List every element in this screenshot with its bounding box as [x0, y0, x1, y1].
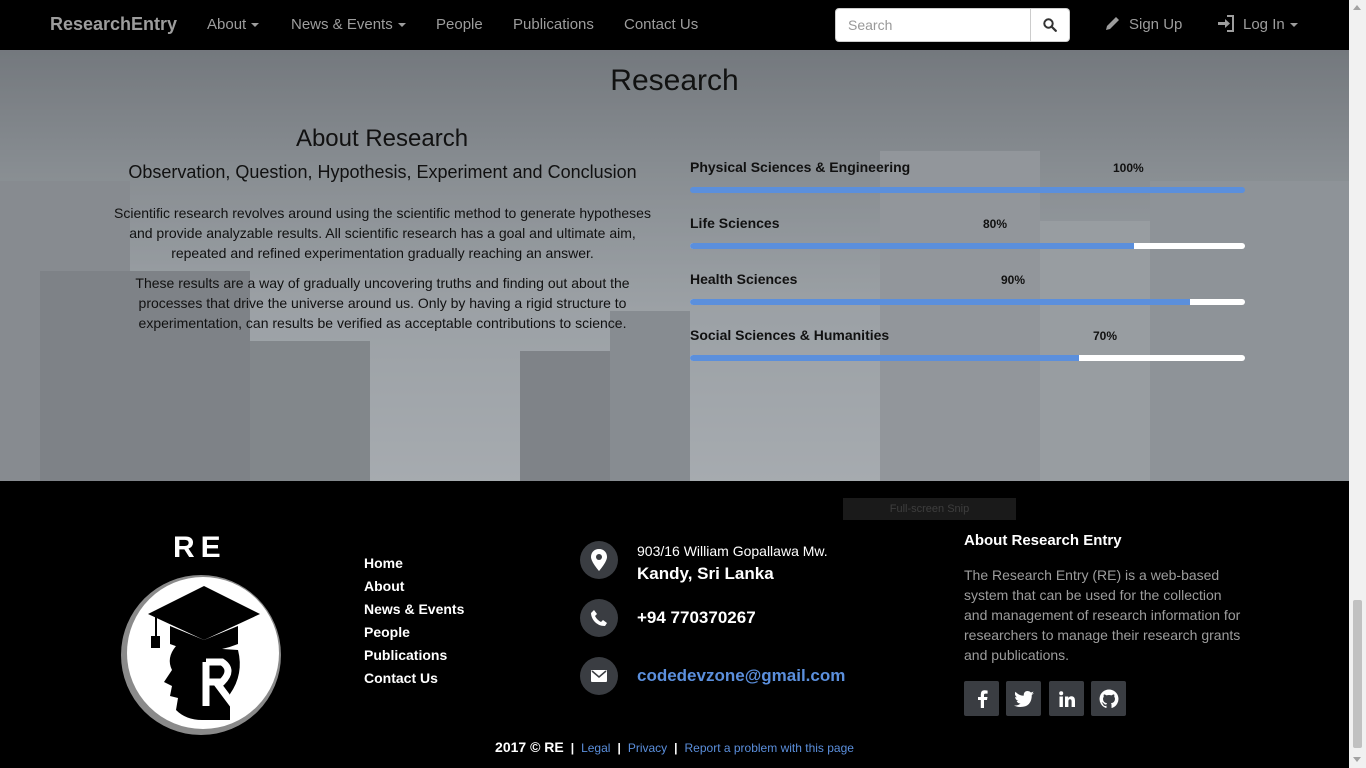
- address-line1: 903/16 William Gopallawa Mw.: [637, 543, 828, 559]
- progress-bar: [690, 243, 1245, 249]
- about-re-heading: About Research Entry: [964, 532, 1122, 549]
- progress-bar: [690, 355, 1245, 361]
- search-button[interactable]: [1031, 8, 1070, 42]
- login-icon: [1218, 15, 1234, 32]
- scroll-thumb[interactable]: [1353, 600, 1362, 748]
- signup-link[interactable]: Sign Up: [1104, 15, 1182, 33]
- search-input[interactable]: [835, 8, 1031, 42]
- footer-link-contact-us[interactable]: Contact Us: [364, 670, 464, 693]
- progress-label: Life Sciences: [690, 215, 780, 231]
- nav-news-label: News & Events: [291, 16, 393, 33]
- about-research-paragraph: These results are a way of gradually unc…: [135, 275, 630, 331]
- about-research-heading: About Research: [295, 125, 469, 152]
- login-dropdown[interactable]: Log In: [1217, 15, 1298, 33]
- progress-label: Social Sciences & Humanities: [690, 327, 890, 343]
- chevron-down-icon: [1289, 23, 1298, 28]
- separator: |: [674, 741, 678, 755]
- linkedin-icon[interactable]: [1049, 681, 1084, 716]
- graduate-head-logo-icon: [121, 575, 281, 735]
- login-label: Log In: [1243, 16, 1285, 33]
- progress-percent: 70%: [1093, 329, 1118, 343]
- legal-link[interactable]: Legal: [581, 741, 610, 755]
- pencil-icon: [1106, 17, 1119, 30]
- brand-logo[interactable]: ResearchEntry: [50, 14, 177, 35]
- hero-overlay: [0, 50, 1349, 481]
- footer-link-news-events[interactable]: News & Events: [364, 601, 464, 624]
- progress-label: Physical Sciences & Engineering: [690, 159, 911, 175]
- search-form: [835, 8, 1070, 42]
- chevron-down-icon: [251, 23, 260, 28]
- progress-fill: [690, 187, 1245, 193]
- phone-icon: [580, 599, 618, 637]
- footer-nav: Home About News & Events People Publicat…: [364, 555, 464, 693]
- footer-bottom-bar: 2017 © RE | Legal | Privacy | Report a problem…: [0, 739, 1349, 755]
- email-link[interactable]: codedevzone@gmail.com: [637, 666, 845, 686]
- research-section: Research About Research Observation, Que…: [0, 50, 1349, 481]
- snip-overlay-label: Full-screen Snip: [843, 498, 1016, 520]
- nav-contact-us[interactable]: Contact Us: [624, 16, 698, 33]
- page-scrollbar[interactable]: [1349, 0, 1366, 768]
- progress-bar: [690, 299, 1245, 305]
- nav-about-label: About: [207, 16, 247, 33]
- copyright-text: 2017 © RE: [495, 739, 564, 755]
- footer: RE Home About News & Events People Publi…: [0, 481, 1349, 768]
- progress-fill: [690, 243, 1134, 249]
- about-re-text: The Research Entry (RE) is a web-based s…: [964, 567, 1241, 663]
- separator: |: [617, 741, 621, 755]
- nav-people[interactable]: People: [436, 16, 483, 33]
- footer-link-people[interactable]: People: [364, 624, 464, 647]
- progress-fill: [690, 355, 1079, 361]
- search-icon: [1043, 18, 1057, 32]
- facebook-icon[interactable]: [964, 681, 999, 716]
- progress-percent: 100%: [1113, 161, 1144, 175]
- page-title: Research: [610, 64, 739, 97]
- report-problem-link[interactable]: Report a problem with this page: [685, 741, 854, 755]
- nav-publications[interactable]: Publications: [513, 16, 594, 33]
- top-navbar: ResearchEntry About News & Events People…: [0, 0, 1349, 50]
- progress-label: Health Sciences: [690, 271, 798, 287]
- privacy-link[interactable]: Privacy: [628, 741, 667, 755]
- footer-link-home[interactable]: Home: [364, 555, 464, 578]
- phone-number: +94 770370267: [637, 608, 756, 627]
- separator: |: [570, 741, 575, 755]
- progress-fill: [690, 299, 1190, 305]
- footer-link-publications[interactable]: Publications: [364, 647, 464, 670]
- footer-link-about[interactable]: About: [364, 578, 464, 601]
- twitter-icon[interactable]: [1006, 681, 1041, 716]
- map-marker-icon: [580, 541, 618, 579]
- about-research-paragraph: Scientific research revolves around usin…: [114, 205, 651, 261]
- footer-logo-text: RE: [173, 531, 227, 564]
- nav-about[interactable]: About: [207, 16, 260, 33]
- about-research-subheading: Observation, Question, Hypothesis, Exper…: [128, 162, 637, 182]
- address-line2: Kandy, Sri Lanka: [637, 564, 774, 583]
- github-icon[interactable]: [1091, 681, 1126, 716]
- scroll-down-arrow-icon[interactable]: [1353, 757, 1361, 762]
- chevron-down-icon: [397, 23, 406, 28]
- progress-percent: 80%: [983, 217, 1008, 231]
- progress-percent: 90%: [1001, 273, 1026, 287]
- progress-bar: [690, 187, 1245, 193]
- scroll-up-arrow-icon[interactable]: [1353, 5, 1361, 10]
- signup-label: Sign Up: [1129, 16, 1183, 33]
- envelope-icon: [580, 657, 618, 695]
- nav-news-events[interactable]: News & Events: [291, 16, 406, 33]
